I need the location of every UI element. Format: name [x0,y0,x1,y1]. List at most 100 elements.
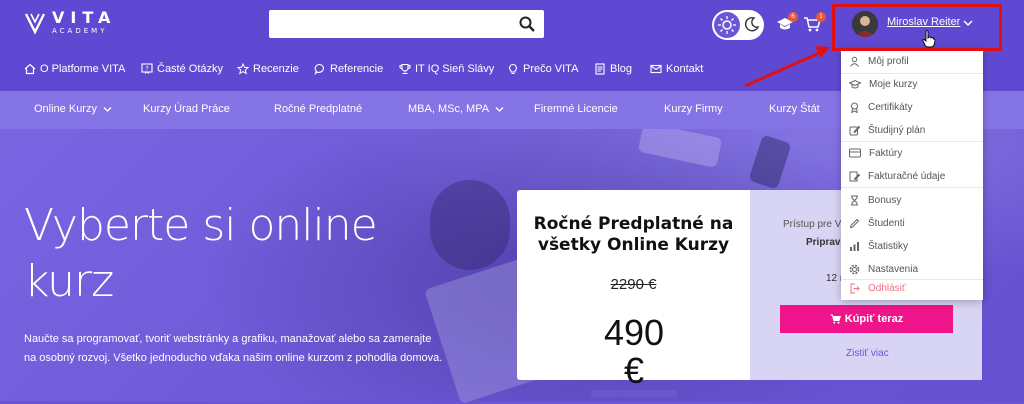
nav-label: MBA, MSc, MPA [408,103,490,115]
brand-name: VITA [52,8,117,27]
moon-icon [744,17,760,32]
chevron-down-icon [103,106,112,112]
menu-item-logout[interactable]: Odhlásiť [841,277,983,299]
menu-item-bonuses[interactable]: Bonusy [841,189,983,211]
document-icon [595,63,605,75]
menu-item-profile[interactable]: Môj profil [841,50,983,72]
nav-label: Kurzy Firmy [664,103,723,115]
menu-item-label: Študijný plán [868,124,926,136]
nav-label: Kurzy Úrad Práce [143,103,230,115]
chat-icon [314,63,324,75]
old-price: 2290 € [610,276,657,293]
menu-item-billing-details[interactable]: Fakturačné údaje [841,165,983,187]
bulb-icon [509,63,517,75]
hero-description: Naučte sa programovať, tvoriť webstránky… [24,333,443,364]
menu-item-label: Certifikáty [868,101,913,113]
courses-badge: 6 [788,12,798,22]
nav-kurzy-firmy[interactable]: Kurzy Firmy [664,103,723,115]
nav-kurzy-urad-prace[interactable]: Kurzy Úrad Práce [143,103,230,115]
learn-more-link[interactable]: Zistiť viac [846,348,889,359]
menu-item-label: Fakturačné údaje [868,170,946,182]
vita-logo-icon [24,12,46,35]
menu-divider [841,187,983,188]
menu-item-study-plan[interactable]: Študijný plán [841,119,983,141]
nav-kurzy-stat[interactable]: Kurzy Štát [769,103,820,115]
nav-item-platform[interactable]: O Platforme VITA [24,63,125,75]
buy-now-label: Kúpiť teraz [844,313,904,325]
nav-item-label: Recenzie [253,63,299,75]
gear-icon [849,264,860,274]
search-input[interactable] [269,10,544,38]
price: 490 € [591,314,677,397]
edit-icon [849,125,860,135]
nav-item-reviews[interactable]: Recenzie [237,63,299,75]
nav-item-label: Blog [610,63,633,75]
menu-item-label: Štatistiky [868,240,909,252]
brand-sub: ACADEMY [52,27,108,35]
nav-label: Kurzy Štát [769,103,820,115]
user-dropdown-menu: Môj profil Moje kurzy Certifikáty Študij… [841,48,983,300]
menu-item-label: Študenti [868,217,905,229]
pricing-card: Ročné Predplatné na všetky Online Kurzy … [517,190,750,397]
search-icon[interactable] [518,15,536,33]
mail-icon [650,64,662,74]
graduation-cap-icon [849,79,861,88]
nav-firemne-licencie[interactable]: Firemné Licencie [534,103,618,115]
nav-item-why-vita[interactable]: Prečo VITA [507,63,578,75]
home-icon [24,63,36,75]
user-icon [850,56,859,67]
chart-bar-icon [850,241,859,251]
credit-card-icon [849,148,861,158]
menu-item-students[interactable]: Študenti [841,212,983,234]
nav-item-contact[interactable]: Kontakt [650,63,703,75]
nav-item-label: Referencie [330,63,384,75]
question-icon: ? [141,63,153,74]
menu-item-label: Môj profil [868,55,909,67]
theme-toggle[interactable] [712,10,764,40]
nav-item-label: Prečo VITA [523,63,579,75]
buy-now-button[interactable]: Kúpiť teraz [780,305,953,333]
nav-item-label: IT IQ Sieň Slávy [415,63,495,75]
hourglass-icon [851,195,858,205]
nav-item-label: Časté Otázky [157,63,224,75]
document-edit-icon [849,171,860,181]
menu-item-invoices[interactable]: Faktúry [841,142,983,164]
menu-item-statistics[interactable]: Štatistiky [841,235,983,257]
chevron-down-icon [495,106,504,112]
menu-item-my-courses[interactable]: Moje kurzy [841,73,983,95]
menu-item-label: Moje kurzy [869,78,918,90]
nav-item-faq[interactable]: ? Časté Otázky [141,63,223,75]
nav-online-kurzy[interactable]: Online Kurzy [34,103,112,115]
cart-icon [830,314,841,324]
nav-label: Ročné Predplatné [274,103,363,115]
highlight-box [832,4,1002,51]
menu-item-certificates[interactable]: Certifikáty [841,96,983,118]
trophy-icon [399,63,411,75]
logout-icon [850,283,860,293]
certificate-icon [851,102,858,113]
sun-icon [714,12,740,38]
hand-cursor-icon [922,30,936,48]
hero-title: Vyberte si online kurz [24,200,378,307]
pencil-icon [849,218,860,228]
menu-item-label: Bonusy [868,194,902,206]
menu-item-label: Odhlásiť [868,282,906,294]
nav-item-label: O Platforme VITA [40,63,126,75]
nav-item-references[interactable]: Referencie [314,63,383,75]
menu-item-label: Nastavenia [868,263,919,275]
nav-item-hall-of-fame[interactable]: IT IQ Sieň Slávy [399,63,494,75]
menu-item-label: Faktúry [869,147,903,159]
nav-mba[interactable]: MBA, MSc, MPA [408,103,504,115]
nav-label: Online Kurzy [34,103,97,115]
vita-logo[interactable]: VITA ACADEMY [24,10,116,35]
nav-rocne-predplatne[interactable]: Ročné Predplatné [274,103,362,115]
cart-badge: 1 [816,12,826,22]
star-icon [237,63,249,75]
hero-photo-person [430,180,510,270]
nav-label: Firemné Licencie [534,103,618,115]
svg-text:?: ? [145,65,148,73]
hero-photo-phone [748,134,792,190]
pricing-card-title: Ročné Predplatné na všetky Online Kurzy [533,214,734,255]
nav-item-label: Kontakt [666,63,704,75]
nav-item-blog[interactable]: Blog [594,63,632,75]
